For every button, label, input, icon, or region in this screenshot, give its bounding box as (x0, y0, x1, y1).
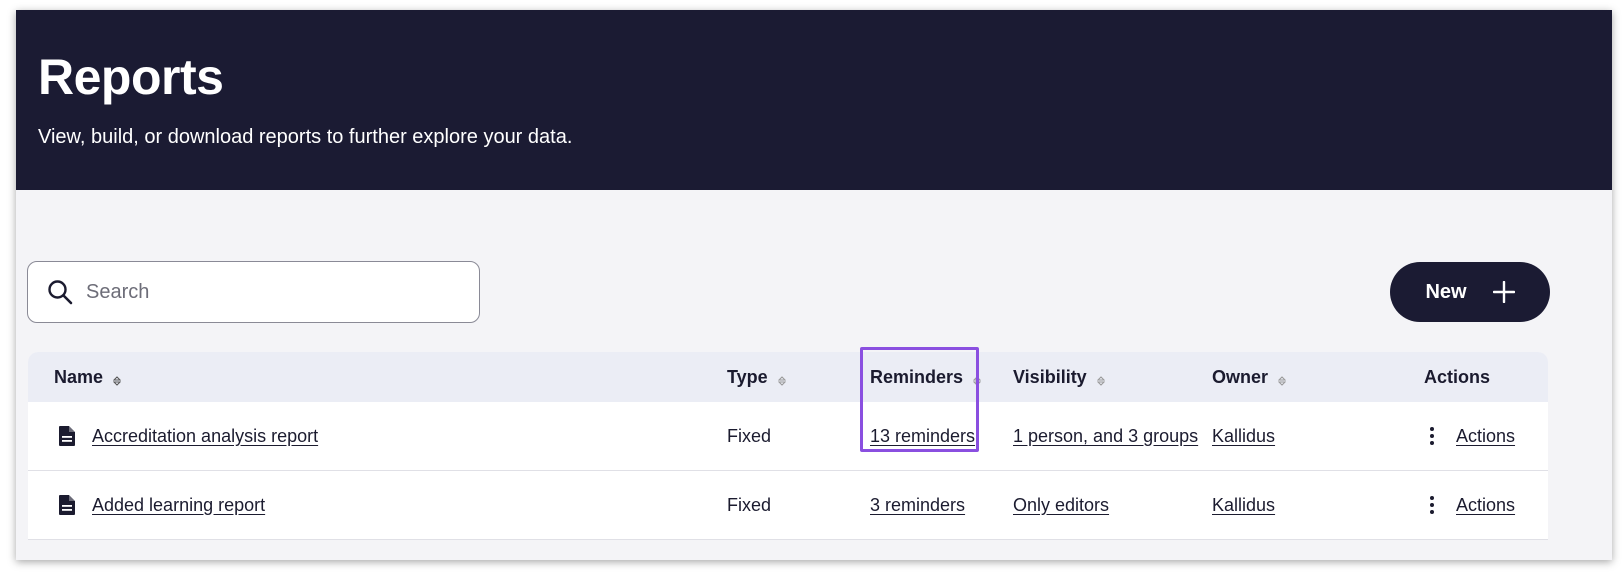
column-label: Type (727, 366, 768, 387)
column-label: Name (54, 366, 104, 387)
column-label: Reminders (870, 366, 964, 387)
sort-icon (777, 371, 786, 386)
sort-icon (972, 371, 982, 386)
search-input[interactable] (86, 280, 446, 304)
column-label: Owner (1212, 366, 1269, 387)
table-row: Added learning report Fixed 3 reminders … (28, 471, 1548, 540)
kebab-menu-icon[interactable] (1429, 426, 1435, 446)
table-header-row: Name Type Reminders Visibility Owner Act… (28, 352, 1548, 402)
search-icon (46, 278, 74, 306)
column-header-reminders[interactable]: Reminders (870, 366, 982, 388)
owner-link[interactable]: Kallidus (1212, 426, 1275, 447)
column-label: Visibility (1013, 366, 1087, 387)
new-button-label: New (1425, 280, 1467, 303)
document-icon (58, 494, 76, 516)
actions-link[interactable]: Actions (1456, 495, 1515, 516)
page-header: Reports View, build, or download reports… (16, 10, 1612, 190)
document-icon (58, 425, 76, 447)
table-row: Accreditation analysis report Fixed 13 r… (28, 402, 1548, 471)
page-subtitle: View, build, or download reports to furt… (38, 126, 573, 148)
column-header-owner[interactable]: Owner (1212, 366, 1287, 388)
reports-table: Name Type Reminders Visibility Owner Act… (28, 352, 1548, 540)
column-header-visibility[interactable]: Visibility (1013, 367, 1105, 388)
actions-link[interactable]: Actions (1456, 426, 1515, 447)
column-header-actions: Actions (1424, 367, 1490, 388)
sort-icon (1096, 371, 1105, 386)
sort-icon (112, 371, 122, 386)
plus-icon (1492, 280, 1515, 304)
kebab-menu-icon[interactable] (1429, 495, 1435, 515)
search-box[interactable] (27, 261, 480, 323)
page-title: Reports (38, 49, 224, 105)
column-header-name[interactable]: Name (54, 366, 122, 388)
reminders-link[interactable]: 13 reminders (870, 426, 975, 447)
reminders-link[interactable]: 3 reminders (870, 495, 965, 516)
report-name-link[interactable]: Added learning report (92, 495, 265, 516)
report-type: Fixed (727, 425, 772, 446)
report-type: Fixed (727, 494, 772, 515)
column-label: Actions (1424, 366, 1491, 387)
visibility-link[interactable]: Only editors (1013, 495, 1109, 516)
owner-link[interactable]: Kallidus (1212, 495, 1275, 516)
column-header-type[interactable]: Type (727, 367, 786, 388)
app-frame: Reports View, build, or download reports… (16, 10, 1612, 560)
new-report-button[interactable]: New (1390, 262, 1550, 322)
report-name-link[interactable]: Accreditation analysis report (92, 426, 318, 447)
visibility-link[interactable]: 1 person, and 3 groups (1013, 426, 1198, 447)
sort-icon (1277, 371, 1287, 386)
